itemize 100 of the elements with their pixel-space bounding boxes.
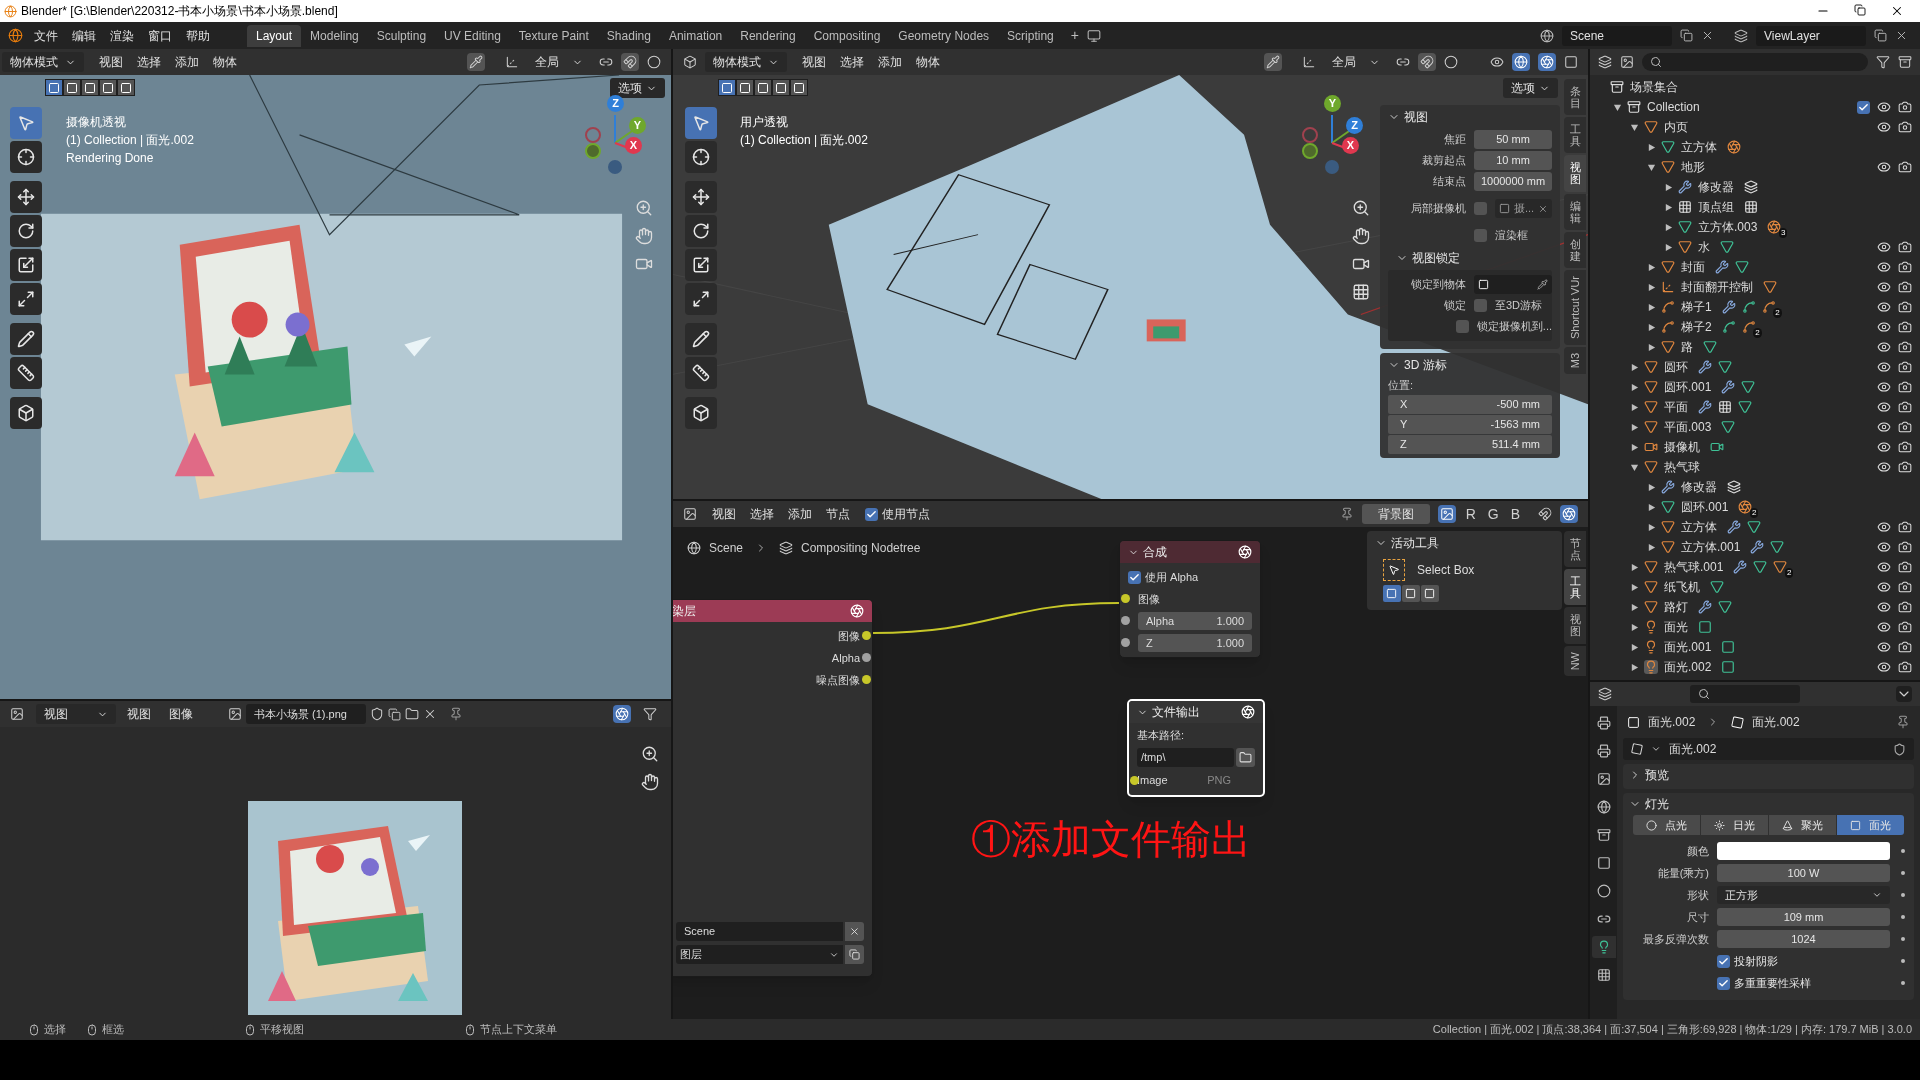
status-hint: 选择 bbox=[44, 1022, 66, 1038]
field-label: 裁剪起点 bbox=[1421, 153, 1466, 169]
node-card[interactable]: 染层 图像 Alpha 噪点图像 Scene 图层 bbox=[673, 599, 873, 977]
number-field[interactable]: 100 W bbox=[1717, 864, 1890, 882]
menu-item[interactable]: 节点 bbox=[819, 504, 857, 524]
menu-item[interactable]: 编辑 bbox=[65, 25, 103, 46]
vector-field[interactable]: Y -1563 mm bbox=[1388, 415, 1552, 434]
workspace-tab[interactable]: Animation bbox=[659, 24, 732, 47]
light-type-tab[interactable]: 点光 bbox=[1633, 815, 1700, 835]
image-field[interactable]: 书本小场景 (1).png bbox=[246, 704, 366, 724]
shape-dropdown[interactable]: 正方形 bbox=[1717, 886, 1890, 904]
tree-item-label: 立方体.001 bbox=[1681, 539, 1741, 556]
light-type-tab[interactable]: 日光 bbox=[1701, 815, 1768, 835]
number-field[interactable]: 1000000 mm bbox=[1474, 172, 1552, 191]
mode-dropdown[interactable]: 物体模式 bbox=[705, 52, 787, 72]
value-field[interactable]: Z 1.000 bbox=[1138, 634, 1252, 652]
tree-item-label: 路 bbox=[1681, 339, 1693, 356]
layer-dropdown[interactable]: 图层 bbox=[676, 945, 843, 964]
menu-item[interactable]: 视图 bbox=[92, 52, 130, 72]
workspace-tab[interactable]: UV Editing bbox=[435, 24, 510, 47]
tree-item-label: 梯子1 bbox=[1681, 299, 1712, 316]
checkbox-label: 投射阴影 bbox=[1734, 953, 1778, 969]
menu-item[interactable]: 选择 bbox=[743, 504, 781, 524]
tree-item-label: 摄像机 bbox=[1664, 439, 1700, 456]
vector-field[interactable]: X -500 mm bbox=[1388, 395, 1552, 414]
channel-button[interactable]: B bbox=[1508, 503, 1522, 525]
checkbox-label: 至3D游标 bbox=[1495, 298, 1543, 314]
viewport-info-text: (1) Collection | 面光.002 bbox=[740, 133, 868, 148]
options-dropdown[interactable]: 选项 bbox=[610, 78, 665, 98]
sidebar-tab[interactable]: 工具 bbox=[1564, 569, 1586, 606]
field-label: 形状 bbox=[1686, 887, 1709, 903]
datablock-field[interactable]: 面光.002 bbox=[1623, 738, 1914, 760]
field-label: 锁定到物体 bbox=[1410, 277, 1466, 293]
menu-item[interactable]: 添加 bbox=[871, 52, 909, 72]
status-hint: 节点上下文菜单 bbox=[480, 1022, 557, 1038]
number-field[interactable]: 1024 bbox=[1717, 930, 1890, 948]
panel-title: 预览 bbox=[1645, 767, 1669, 784]
menu-item[interactable]: 添加 bbox=[168, 52, 206, 72]
menu-item[interactable]: 文件 bbox=[27, 25, 65, 46]
sidebar-tab[interactable]: NW bbox=[1564, 645, 1586, 676]
scene-field[interactable]: Scene bbox=[676, 922, 843, 941]
menu-item[interactable]: 窗口 bbox=[141, 25, 179, 46]
view-layer-field[interactable]: ViewLayer bbox=[1756, 25, 1866, 46]
menu-item[interactable]: 图像 bbox=[162, 704, 200, 724]
light-type-tab[interactable]: 面光 bbox=[1837, 815, 1904, 835]
menu-item[interactable]: 选择 bbox=[130, 52, 168, 72]
menu-item[interactable]: 视图 bbox=[120, 704, 158, 724]
viewport-info-text: 用户透视 bbox=[740, 115, 789, 130]
camera-field[interactable]: 摄... bbox=[1495, 199, 1553, 218]
path-field[interactable]: /tmp\ bbox=[1137, 747, 1234, 767]
field-label: 局部摄像机 bbox=[1410, 201, 1466, 217]
workspace-tab[interactable]: Geometry Nodes bbox=[889, 24, 999, 47]
workspace-tab[interactable]: Scripting bbox=[998, 24, 1063, 47]
sidebar-tab[interactable]: M3 bbox=[1564, 346, 1586, 375]
menu-item[interactable]: 添加 bbox=[781, 504, 819, 524]
transform-dropdown[interactable]: 全局 bbox=[527, 52, 591, 72]
workspace-tab[interactable]: Texture Paint bbox=[509, 24, 598, 47]
menu-item[interactable]: 视图 bbox=[795, 52, 833, 72]
backdrop-button[interactable]: 背景图 bbox=[1361, 504, 1430, 524]
workspace-tab[interactable]: Layout bbox=[247, 24, 302, 47]
menu-item[interactable]: 帮助 bbox=[179, 25, 217, 46]
menu-item[interactable]: 渲染 bbox=[103, 25, 141, 46]
add-workspace-button[interactable]: + bbox=[1062, 24, 1087, 47]
value-field[interactable]: Alpha 1.000 bbox=[1138, 612, 1252, 630]
menu-item[interactable]: 视图 bbox=[705, 504, 743, 524]
tree-item-label: 纸飞机 bbox=[1664, 579, 1700, 596]
count-badge: 2 bbox=[1753, 328, 1762, 338]
options-dropdown[interactable]: 选项 bbox=[1503, 78, 1558, 98]
viewport-info-text: (1) Collection | 面光.002 bbox=[66, 133, 194, 148]
workspace-tab[interactable]: Modeling bbox=[301, 24, 368, 47]
menu-item[interactable]: 物体 bbox=[206, 52, 244, 72]
menu-item[interactable]: 选择 bbox=[833, 52, 871, 72]
sidebar-tab[interactable]: 视图 bbox=[1564, 155, 1586, 192]
vector-field[interactable]: Z 511.4 mm bbox=[1388, 435, 1552, 454]
menu-item[interactable]: 物体 bbox=[909, 52, 947, 72]
transform-dropdown[interactable]: 全局 bbox=[1324, 52, 1388, 72]
workspace-tab[interactable]: Compositing bbox=[804, 24, 890, 47]
node-card[interactable]: 文件输出 基本路径: /tmp\ Image PNG bbox=[1127, 699, 1265, 797]
sidebar-tab[interactable]: 创建 bbox=[1564, 231, 1586, 268]
workspace-tab[interactable]: Shading bbox=[597, 24, 660, 47]
tree-item-label: 热气球.001 bbox=[1664, 559, 1724, 576]
channel-button[interactable]: R bbox=[1463, 503, 1478, 525]
scene-field[interactable]: Scene bbox=[1562, 25, 1672, 46]
light-type-tab[interactable]: 聚光 bbox=[1769, 815, 1836, 835]
mode-dropdown[interactable]: 物体模式 bbox=[2, 52, 84, 72]
number-field[interactable]: 50 mm bbox=[1474, 130, 1552, 149]
node-card[interactable]: 合成 使用 Alpha 图像 Alpha 1.000 Z 1.000 bbox=[1119, 540, 1261, 658]
workspace-tab[interactable]: Rendering bbox=[731, 24, 805, 47]
sidebar-tab[interactable]: 节点 bbox=[1564, 531, 1586, 568]
sidebar-tab[interactable]: 编辑 bbox=[1564, 193, 1586, 230]
mode-dropdown[interactable]: 视图 bbox=[36, 704, 116, 724]
sidebar-tab[interactable]: 工具 bbox=[1564, 117, 1586, 154]
workspace-tab[interactable]: Sculpting bbox=[367, 24, 436, 47]
sidebar-tab[interactable]: 条目 bbox=[1564, 79, 1586, 116]
channel-button[interactable]: G bbox=[1485, 503, 1501, 525]
tree-item-label: 面光 bbox=[1664, 619, 1688, 636]
number-field[interactable]: 109 mm bbox=[1717, 908, 1890, 926]
sidebar-tab[interactable]: Shortcut VUr bbox=[1564, 269, 1586, 345]
number-field[interactable]: 10 mm bbox=[1474, 151, 1552, 170]
sidebar-tab[interactable]: 视图 bbox=[1564, 607, 1586, 644]
